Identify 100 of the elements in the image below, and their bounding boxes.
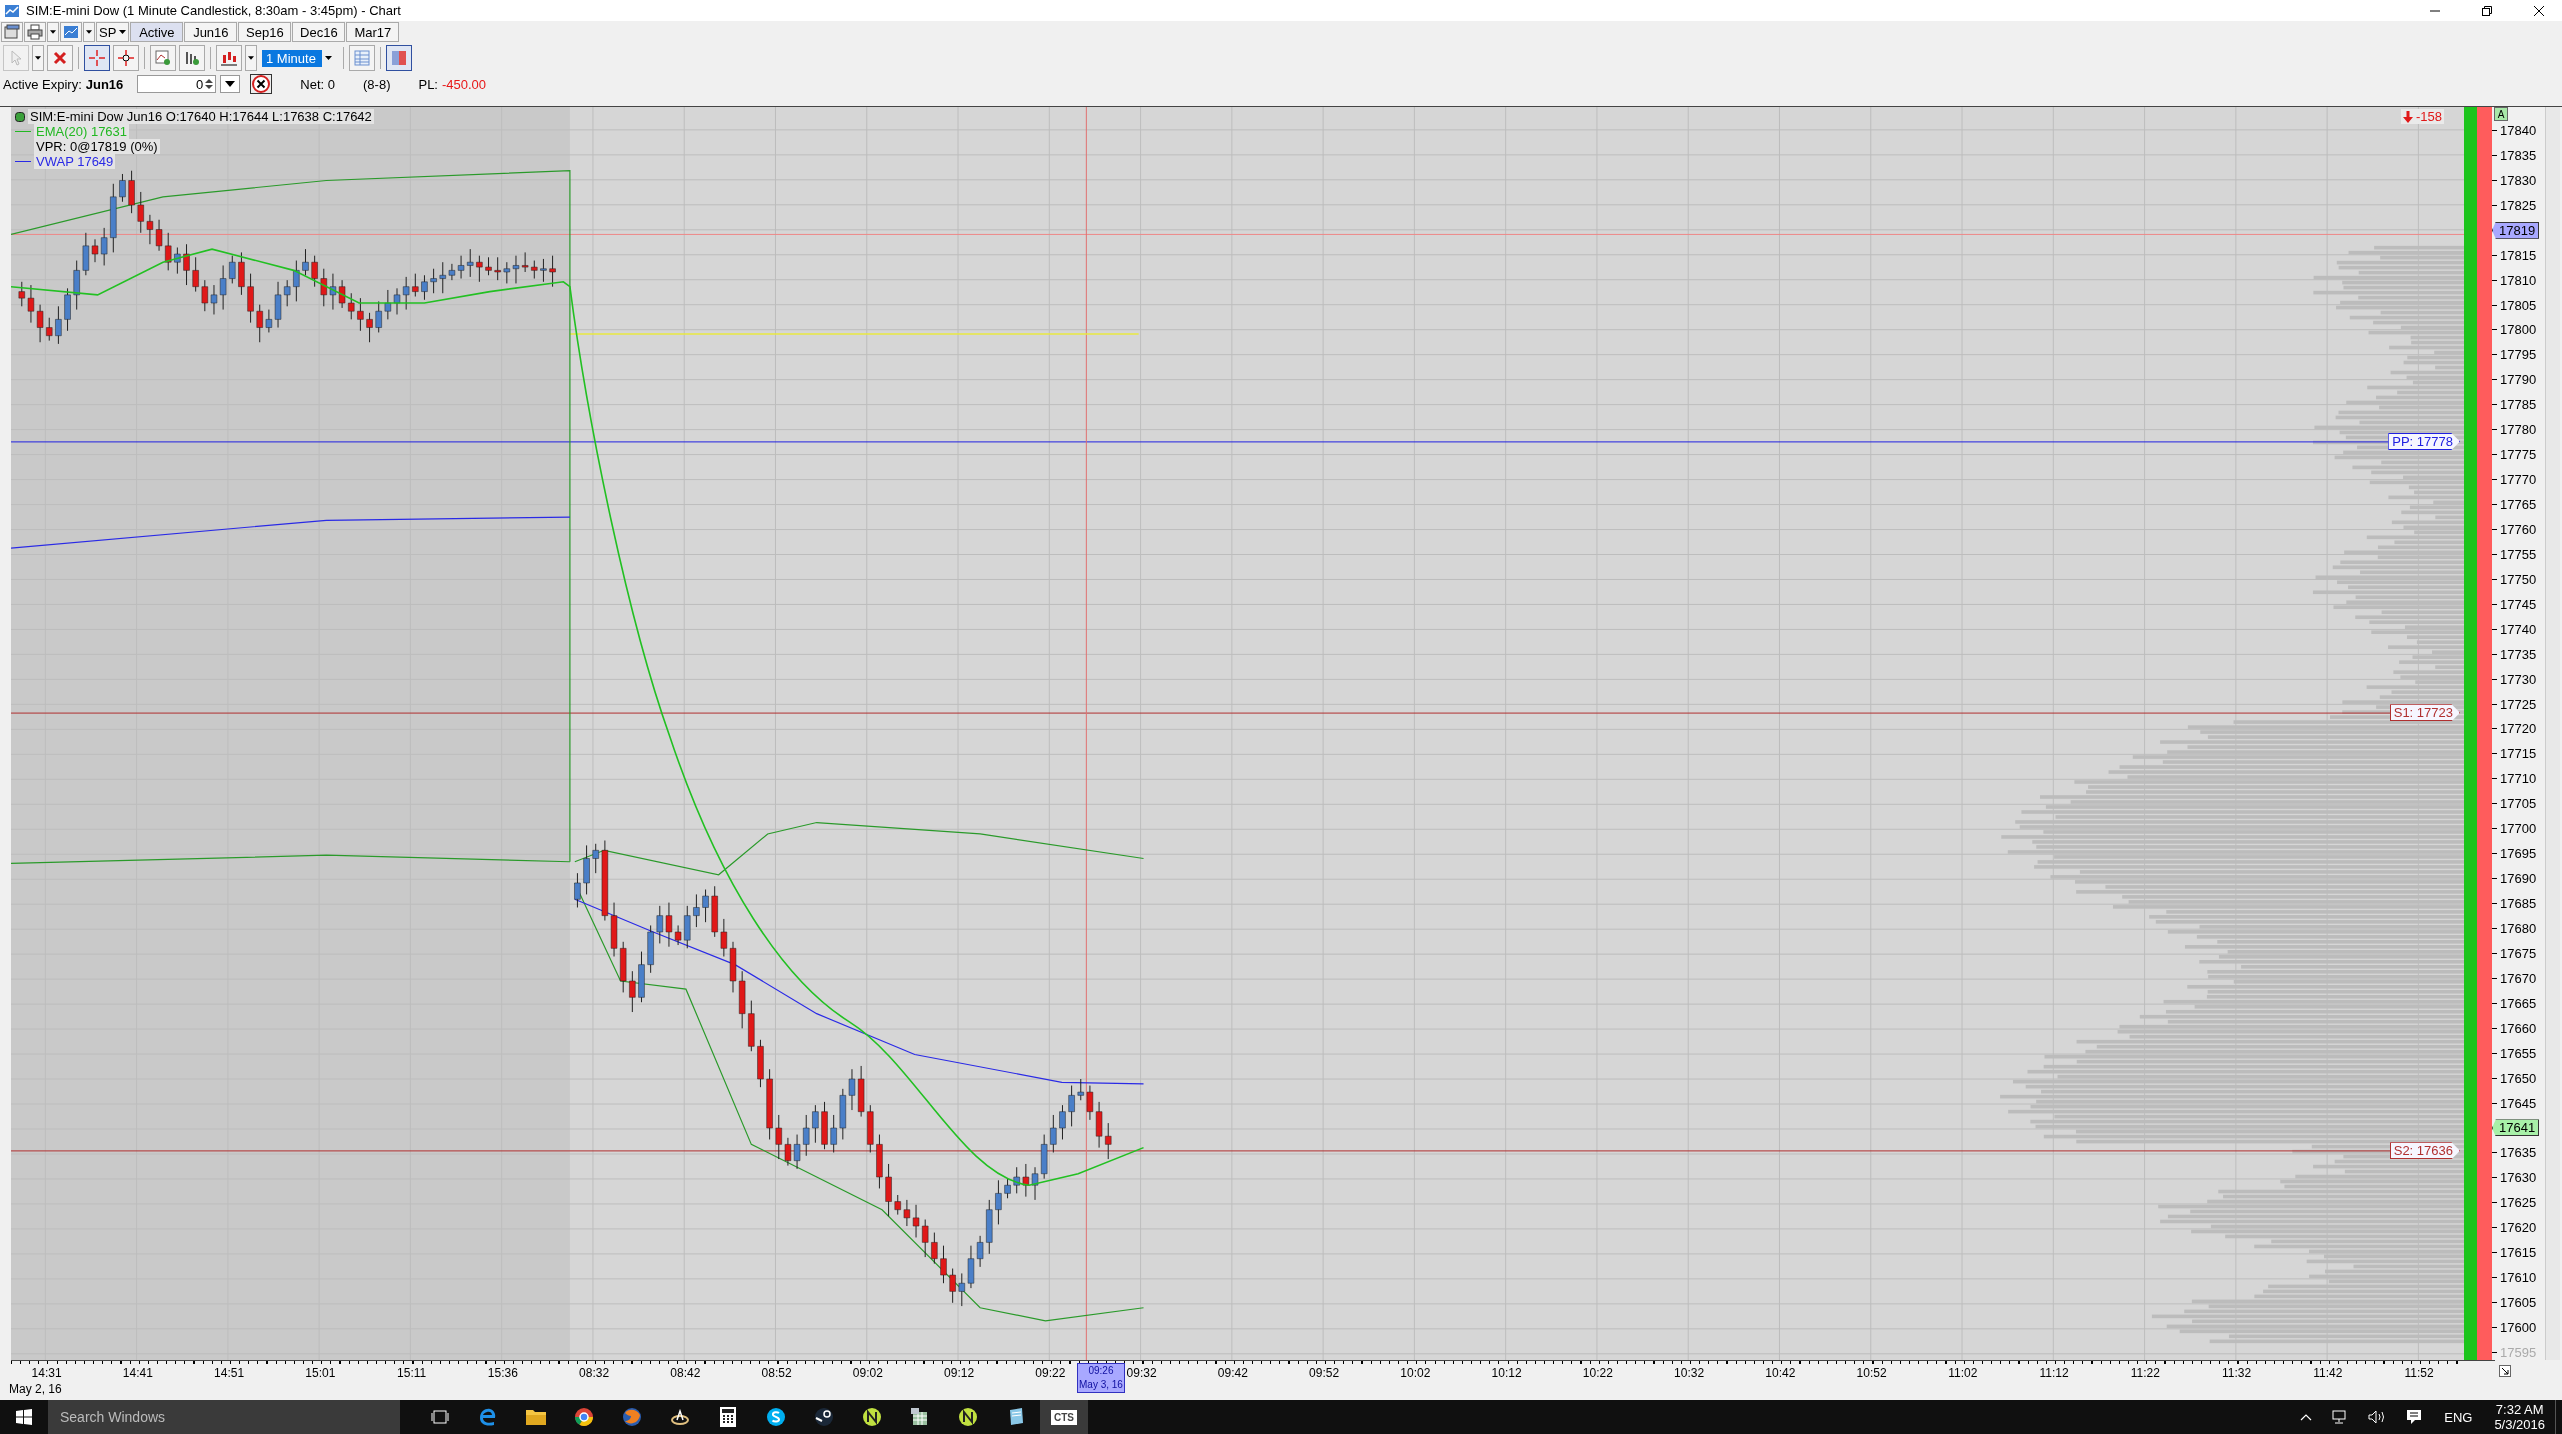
price-label: 17605 [2500, 1295, 2537, 1311]
taskbar-app[interactable]: CTS [1040, 1400, 1088, 1434]
cursor-time: 09:26 [1088, 1364, 1114, 1378]
time-label: 10:42 [1765, 1366, 1796, 1380]
price-label: 17625 [2500, 1195, 2537, 1211]
price-label: 17660 [2500, 1020, 2537, 1036]
price-label: 17735 [2500, 646, 2537, 662]
net-position: Net: 0 [300, 76, 335, 92]
price-label: 17670 [2500, 970, 2537, 986]
time-label: 08:32 [579, 1366, 610, 1380]
price-label: 17745 [2500, 596, 2537, 612]
price-label: 17790 [2500, 372, 2537, 388]
window-title: SIM:E-mini Dow (1 Minute Candlestick, 8:30am - 3:45pm) - Chart [26, 3, 401, 18]
level-tag: S1: 17723 [2389, 704, 2460, 722]
expiry-label: Active Expiry: [3, 76, 82, 92]
fill-range: (8-8) [363, 76, 391, 92]
cursor-date: May 3, 16 [1079, 1378, 1123, 1392]
time-label: 09:12 [944, 1366, 975, 1380]
time-label: 14:31 [31, 1366, 62, 1380]
time-label: 11:42 [2313, 1366, 2343, 1380]
price-label: 17750 [2500, 571, 2537, 587]
price-label: 17815 [2500, 247, 2537, 263]
price-label: 17655 [2500, 1045, 2537, 1061]
price-label: 17665 [2500, 995, 2537, 1011]
price-label: 17785 [2500, 397, 2537, 413]
price-label: 17650 [2500, 1070, 2537, 1086]
time-label: 09:52 [1309, 1366, 1340, 1380]
time-label: 09:32 [1126, 1366, 1157, 1380]
time-label: 15:36 [487, 1366, 518, 1380]
legend-text: VPR: 0@17819 (0%) [34, 139, 160, 154]
price-label: 17600 [2500, 1319, 2537, 1335]
price-label: 17630 [2500, 1170, 2537, 1186]
price-label: 17695 [2500, 846, 2537, 862]
date-label: May 2, 16 [9, 1382, 62, 1396]
time-label: 09:02 [852, 1366, 883, 1380]
time-label: 11:32 [2222, 1366, 2252, 1380]
price-label: 17675 [2500, 945, 2537, 961]
time-label: 09:22 [1035, 1366, 1066, 1380]
price-label: 17635 [2500, 1145, 2537, 1161]
price-label: 17710 [2500, 771, 2537, 787]
price-label: 17680 [2500, 920, 2537, 936]
price-label: 17755 [2500, 546, 2537, 562]
price-label: 17760 [2500, 521, 2537, 537]
price-label: 17805 [2500, 297, 2537, 313]
price-label: 17620 [2500, 1220, 2537, 1236]
price-label: 17780 [2500, 422, 2537, 438]
pl-label: PL: [418, 76, 438, 92]
time-label: 10:52 [1856, 1366, 1887, 1380]
price-tag: 17819 [2492, 221, 2540, 239]
price-label: 17690 [2500, 871, 2537, 887]
price-label: 17810 [2500, 272, 2537, 288]
clock[interactable]: 7:32 AM 5/3/2016 [2494, 1402, 2545, 1432]
price-label: 17770 [2500, 472, 2537, 488]
expiry-tab[interactable]: Dec16 [292, 22, 346, 42]
price-label: 17830 [2500, 172, 2537, 188]
expiry-tab[interactable]: Active [130, 22, 184, 42]
price-tag: 17641 [2492, 1119, 2540, 1137]
time-label: 15:01 [305, 1366, 336, 1380]
time-label: 10:32 [1674, 1366, 1705, 1380]
auto-scale-button[interactable]: A [2494, 107, 2508, 121]
expiry-tab[interactable]: Mar17 [346, 22, 400, 42]
price-label: 17685 [2500, 896, 2537, 912]
expiry-tab[interactable]: Sep16 [238, 22, 292, 42]
price-label: 17645 [2500, 1095, 2537, 1111]
price-label: 17835 [2500, 147, 2537, 163]
price-label: 17715 [2500, 746, 2537, 762]
search-field[interactable]: Search Windows [48, 1400, 400, 1434]
level-tag: S2: 17636 [2389, 1142, 2460, 1160]
price-label: 17825 [2500, 197, 2537, 213]
symbol-dropdown[interactable]: SP [96, 22, 130, 42]
legend-text: SIM:E-mini Dow Jun16 O:17640 H:17644 L:17638 C:17642 [28, 109, 374, 124]
legend-text: EMA(20) 17631 [34, 124, 130, 139]
price-label: 17615 [2500, 1245, 2537, 1261]
time-label: 11:22 [2130, 1366, 2160, 1380]
price-label: 17740 [2500, 621, 2537, 637]
time-label: 10:22 [1582, 1366, 1613, 1380]
price-label: 17730 [2500, 671, 2537, 687]
time-label: 09:42 [1217, 1366, 1248, 1380]
price-label: 17720 [2500, 721, 2537, 737]
pl-value: -450.00 [442, 76, 487, 92]
delta-value: -158 [2415, 109, 2442, 124]
expiry-value: Jun16 [85, 76, 124, 92]
price-label: 17795 [2500, 347, 2537, 363]
time-label: 14:41 [122, 1366, 153, 1380]
price-label: 17840 [2500, 122, 2537, 138]
time-label: 08:42 [670, 1366, 701, 1380]
quantity-field[interactable]: 0 [137, 75, 217, 93]
legend-text: VWAP 17649 [34, 154, 116, 169]
time-label: 10:12 [1491, 1366, 1522, 1380]
price-label: 17800 [2500, 322, 2537, 338]
price-label: 17725 [2500, 696, 2537, 712]
time-label: 14:51 [214, 1366, 245, 1380]
language-indicator[interactable]: ENG [2444, 1409, 2473, 1425]
time-label: 08:52 [761, 1366, 792, 1380]
time-label: 11:52 [2404, 1366, 2434, 1380]
time-label: 15:11 [397, 1366, 427, 1380]
time-label: 11:02 [1948, 1366, 1978, 1380]
price-label: 17765 [2500, 497, 2537, 513]
expiry-tab[interactable]: Jun16 [184, 22, 238, 42]
price-label: 17705 [2500, 796, 2537, 812]
